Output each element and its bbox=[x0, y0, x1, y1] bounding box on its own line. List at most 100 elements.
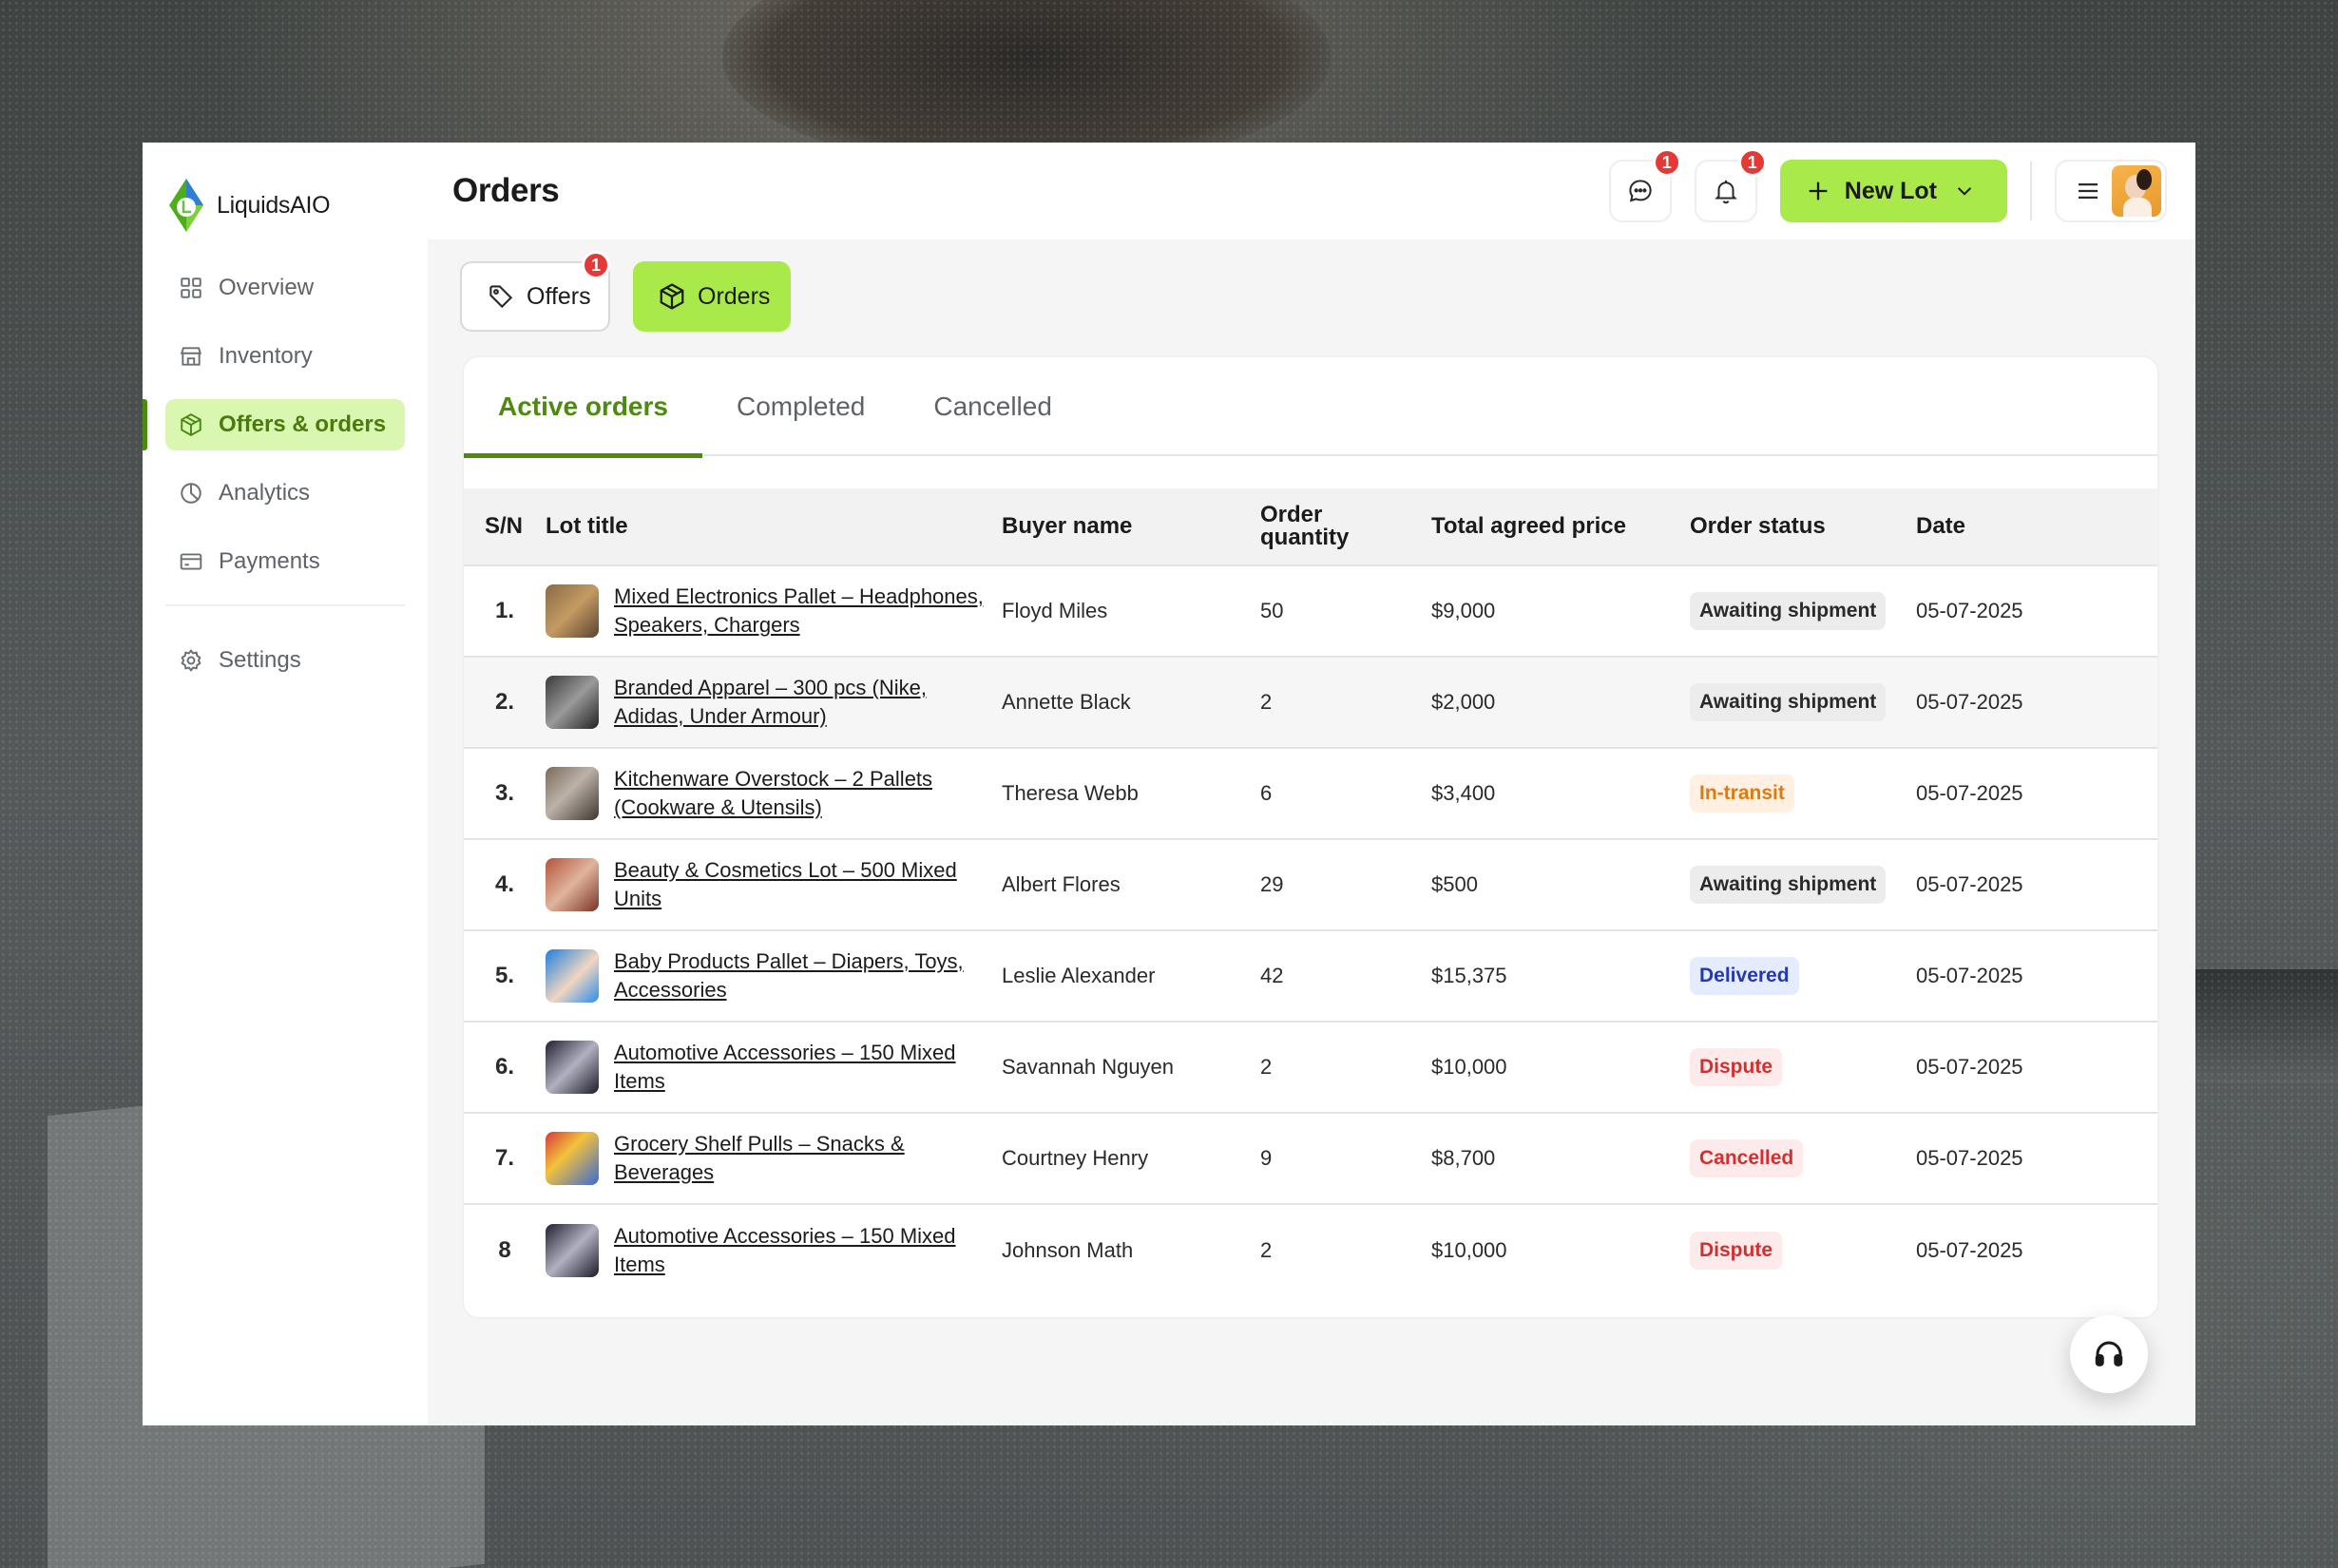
table-row[interactable]: 8 Automotive Accessories – 150 Mixed Ite… bbox=[464, 1205, 2157, 1296]
row-buyer-name: Floyd Miles bbox=[1002, 599, 1108, 622]
col-header-order-status: Order status bbox=[1690, 513, 1826, 539]
new-lot-label: New Lot bbox=[1844, 177, 1937, 204]
store-icon bbox=[180, 347, 202, 366]
sidebar-item-settings[interactable]: Settings bbox=[165, 635, 405, 686]
topbar-divider bbox=[2030, 162, 2032, 220]
table-row[interactable]: 4. Beauty & Cosmetics Lot – 500 Mixed Un… bbox=[464, 840, 2157, 931]
tab-active-orders[interactable]: Active orders bbox=[464, 357, 702, 458]
table-row[interactable]: 3. Kitchenware Overstock – 2 Pallets (Co… bbox=[464, 749, 2157, 840]
status-badge: Cancelled bbox=[1690, 1139, 1804, 1177]
sidebar-item-offers-orders[interactable]: Offers & orders bbox=[143, 399, 405, 450]
row-sn: 1. bbox=[494, 598, 514, 623]
status-badge: In-transit bbox=[1690, 774, 1794, 813]
row-order-quantity: 2 bbox=[1260, 690, 1273, 714]
row-order-quantity: 2 bbox=[1260, 1238, 1273, 1262]
table-body: 1. Mixed Electronics Pallet – Headphones… bbox=[464, 566, 2157, 1296]
hamburger-menu-icon bbox=[2079, 183, 2098, 199]
table-row[interactable]: 2. Branded Apparel – 300 pcs (Nike, Adid… bbox=[464, 658, 2157, 749]
row-total-price: $10,000 bbox=[1431, 1055, 1507, 1079]
orders-card: Active orders Completed Cancelled S/N Lo… bbox=[462, 355, 2159, 1319]
row-date: 05-07-2025 bbox=[1916, 690, 2023, 714]
lot-thumbnail bbox=[546, 1132, 599, 1185]
offers-segment-button[interactable]: Offers 1 bbox=[460, 251, 610, 332]
lot-title-link[interactable]: Baby Products Pallet – Diapers, Toys, Ac… bbox=[614, 947, 985, 1004]
lot-thumbnail bbox=[546, 1041, 599, 1094]
lot-thumbnail bbox=[546, 676, 599, 729]
col-header-order-quantity: Order quantity bbox=[1260, 504, 1431, 549]
lot-title-link[interactable]: Automotive Accessories – 150 Mixed Items bbox=[614, 1222, 985, 1279]
table-row[interactable]: 6. Automotive Accessories – 150 Mixed It… bbox=[464, 1023, 2157, 1114]
row-lot-cell: Branded Apparel – 300 pcs (Nike, Adidas,… bbox=[546, 674, 1002, 731]
sidebar-item-overview[interactable]: Overview bbox=[165, 262, 405, 314]
sidebar-item-analytics[interactable]: Analytics bbox=[165, 468, 405, 519]
row-buyer-name: Annette Black bbox=[1002, 690, 1131, 714]
col-header-buyer-name: Buyer name bbox=[1002, 513, 1133, 539]
table-row[interactable]: 1. Mixed Electronics Pallet – Headphones… bbox=[464, 566, 2157, 658]
row-sn: 4. bbox=[494, 871, 514, 897]
support-chat-button[interactable] bbox=[2070, 1315, 2148, 1393]
account-menu-button[interactable] bbox=[2055, 160, 2167, 222]
row-total-price: $8,700 bbox=[1431, 1146, 1496, 1170]
row-total-price: $9,000 bbox=[1431, 599, 1496, 622]
orders-segment-label: Orders bbox=[698, 282, 771, 310]
status-badge: Delivered bbox=[1690, 957, 1799, 995]
table-header: S/N Lot title Buyer name Order quantity … bbox=[464, 488, 2157, 566]
messages-badge: 1 bbox=[1652, 148, 1681, 177]
lot-thumbnail bbox=[546, 949, 599, 1003]
chat-bubble-icon bbox=[1629, 180, 1652, 202]
row-order-quantity: 50 bbox=[1260, 599, 1284, 622]
lot-title-link[interactable]: Mixed Electronics Pallet – Headphones, S… bbox=[614, 583, 985, 640]
pie-chart-icon bbox=[181, 483, 201, 504]
row-sn: 2. bbox=[494, 689, 514, 715]
tab-cancelled[interactable]: Cancelled bbox=[899, 357, 1086, 456]
col-header-lot-title: Lot title bbox=[546, 513, 628, 539]
grid-icon bbox=[181, 277, 201, 298]
brand-name: LiquidsAIO bbox=[217, 191, 331, 219]
lot-thumbnail bbox=[546, 584, 599, 638]
liquidsaio-logo-icon bbox=[169, 179, 203, 232]
orders-table: S/N Lot title Buyer name Order quantity … bbox=[464, 488, 2157, 1296]
row-order-quantity: 6 bbox=[1260, 781, 1273, 805]
row-status-cell: Cancelled bbox=[1690, 1139, 1916, 1177]
orders-segment-button[interactable]: Orders bbox=[633, 261, 791, 332]
row-buyer-name: Theresa Webb bbox=[1002, 781, 1139, 805]
messages-button[interactable]: 1 bbox=[1608, 148, 1681, 222]
row-order-quantity: 29 bbox=[1260, 872, 1284, 896]
lot-title-link[interactable]: Beauty & Cosmetics Lot – 500 Mixed Units bbox=[614, 856, 985, 913]
box-icon bbox=[660, 283, 684, 310]
chevron-down-icon bbox=[1957, 187, 1972, 196]
row-sn: 5. bbox=[494, 963, 514, 988]
app-window: LiquidsAIO Overview Inventory Offers & o… bbox=[143, 143, 2195, 1425]
avatar bbox=[2112, 165, 2161, 217]
new-lot-button[interactable]: New Lot bbox=[1779, 160, 2007, 222]
lot-thumbnail bbox=[546, 767, 599, 820]
row-lot-cell: Mixed Electronics Pallet – Headphones, S… bbox=[546, 583, 1002, 640]
plus-icon bbox=[1809, 182, 1828, 201]
sidebar-nav: Overview Inventory Offers & orders Analy… bbox=[143, 262, 428, 686]
tab-completed[interactable]: Completed bbox=[702, 357, 899, 456]
lot-title-link[interactable]: Grocery Shelf Pulls – Snacks & Beverages bbox=[614, 1130, 985, 1187]
lot-title-link[interactable]: Branded Apparel – 300 pcs (Nike, Adidas,… bbox=[614, 674, 985, 731]
notifications-button[interactable]: 1 bbox=[1694, 148, 1767, 222]
col-header-date: Date bbox=[1916, 513, 1966, 539]
row-order-quantity: 9 bbox=[1260, 1146, 1273, 1170]
gear-icon bbox=[181, 649, 201, 672]
col-header-sn: S/N bbox=[485, 513, 524, 539]
main-content: Orders 1 1 New Lot Offers 1 Orders Activ… bbox=[428, 143, 2195, 1425]
order-tabs: Active orders Completed Cancelled bbox=[464, 357, 2157, 458]
table-row[interactable]: 7. Grocery Shelf Pulls – Snacks & Bevera… bbox=[464, 1114, 2157, 1205]
sidebar-item-payments[interactable]: Payments bbox=[165, 536, 405, 587]
lot-title-link[interactable]: Kitchenware Overstock – 2 Pallets (Cookw… bbox=[614, 765, 985, 822]
table-row[interactable]: 5. Baby Products Pallet – Diapers, Toys,… bbox=[464, 931, 2157, 1023]
brand[interactable]: LiquidsAIO bbox=[143, 177, 428, 234]
lot-thumbnail bbox=[546, 1224, 599, 1277]
row-order-quantity: 42 bbox=[1260, 964, 1284, 987]
sidebar-divider bbox=[165, 604, 405, 606]
lot-title-link[interactable]: Automotive Accessories – 150 Mixed Items bbox=[614, 1039, 985, 1096]
row-status-cell: Awaiting shipment bbox=[1690, 683, 1916, 721]
row-date: 05-07-2025 bbox=[1916, 599, 2023, 622]
sidebar-item-inventory[interactable]: Inventory bbox=[165, 331, 405, 382]
sidebar-item-label: Analytics bbox=[219, 480, 311, 506]
row-lot-cell: Kitchenware Overstock – 2 Pallets (Cookw… bbox=[546, 765, 1002, 822]
topbar-actions: 1 1 New Lot bbox=[1586, 148, 2167, 222]
